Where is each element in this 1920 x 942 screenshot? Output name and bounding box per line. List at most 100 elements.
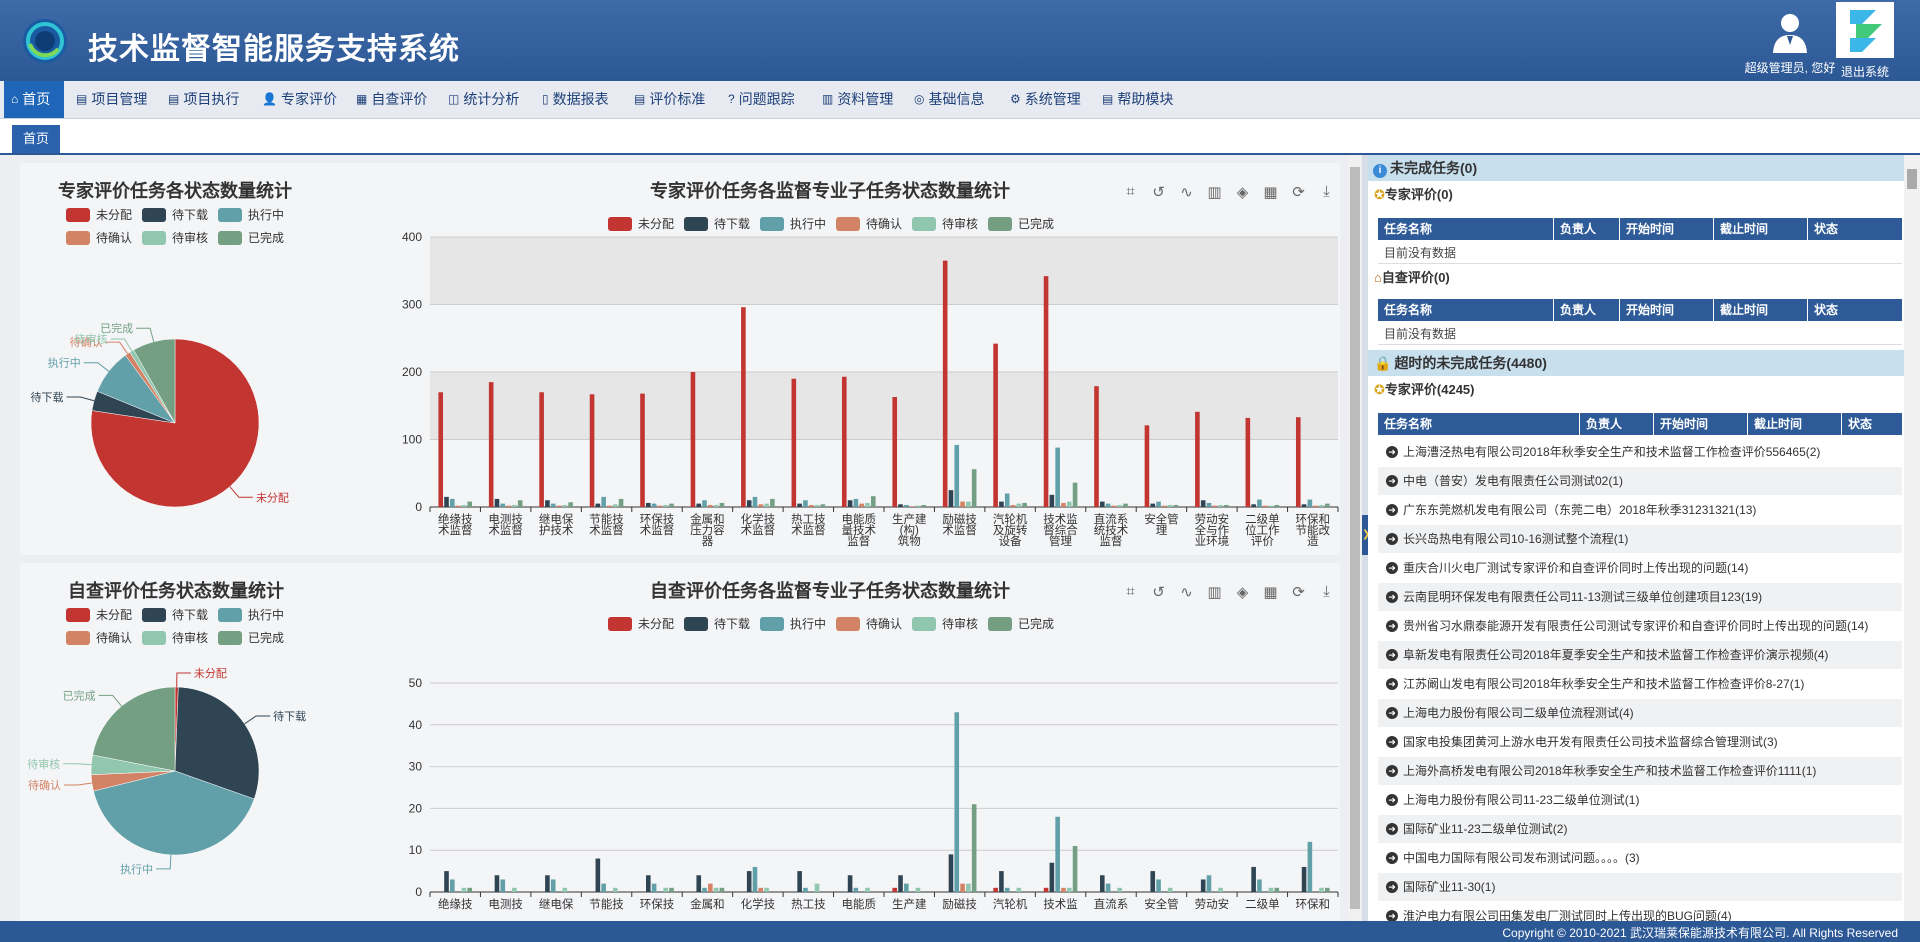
nav-item-statistics[interactable]: ◫ 统计分析 <box>448 81 519 118</box>
bar[interactable] <box>1257 499 1262 507</box>
bar[interactable] <box>690 372 696 507</box>
task-row[interactable]: ➜ 广东东莞燃机发电有限公司（东莞二电）2018年秋季31231321(13) <box>1378 496 1902 524</box>
bar[interactable] <box>545 875 550 892</box>
task-row[interactable]: ➜ 上海外高桥发电有限公司2018年秋季安全生产和技术监督工作检查评价1111(1… <box>1378 757 1902 785</box>
bar[interactable] <box>1072 846 1078 892</box>
scrollbar-thumb[interactable] <box>1907 169 1917 189</box>
bar[interactable] <box>467 887 473 892</box>
nav-item-project-management[interactable]: ▤ 项目管理 <box>76 81 147 118</box>
bar[interactable] <box>960 883 965 892</box>
bar[interactable] <box>1274 887 1280 892</box>
bar[interactable] <box>1055 816 1060 892</box>
legend-item[interactable]: 已完成 <box>218 629 284 646</box>
bar[interactable] <box>1150 871 1156 892</box>
bar[interactable] <box>1049 494 1055 507</box>
bar[interactable] <box>892 396 898 507</box>
bar[interactable] <box>696 875 702 892</box>
bar[interactable] <box>595 858 601 892</box>
bar[interactable] <box>1268 505 1274 507</box>
bar[interactable] <box>719 502 725 507</box>
bar[interactable] <box>1212 505 1218 507</box>
bar[interactable] <box>1224 504 1229 507</box>
bar[interactable] <box>1262 505 1268 507</box>
bar[interactable] <box>758 504 764 507</box>
bar[interactable] <box>1167 504 1173 507</box>
bar[interactable] <box>820 504 826 507</box>
bar[interactable] <box>1144 425 1150 507</box>
bar[interactable] <box>1072 482 1078 507</box>
bar[interactable] <box>562 504 568 507</box>
task-row[interactable]: ➜ 云南昆明环保发电有限责任公司11-13测试三级单位创建项目123(19) <box>1378 583 1902 611</box>
nav-item-self-evaluation[interactable]: ▦ 自查评价 <box>356 81 427 118</box>
bar[interactable] <box>1043 276 1049 507</box>
bar[interactable] <box>612 887 618 892</box>
bar[interactable] <box>1218 887 1223 892</box>
bar[interactable] <box>595 503 601 507</box>
bar[interactable] <box>696 503 702 507</box>
bar[interactable] <box>556 505 562 507</box>
bar[interactable] <box>966 883 971 892</box>
overdue-tasks-header[interactable]: 🔒 超时的未完成任务(4480) <box>1368 350 1904 376</box>
bar[interactable] <box>1156 501 1161 507</box>
bar[interactable] <box>1061 887 1066 892</box>
task-row[interactable]: ➜ 上海漕泾热电有限公司2018年秋季安全生产和技术监督工作检查评价556465(… <box>1378 438 1902 466</box>
bar[interactable] <box>1123 503 1128 507</box>
nav-item-basic-info[interactable]: ◎ 基础信息 <box>914 81 984 118</box>
task-row[interactable]: ➜ 贵州省习水鼎泰能源开发有限责任公司测试专家评价和自查评价同时上传出现的问题(1… <box>1378 612 1902 640</box>
bar[interactable] <box>708 883 713 892</box>
task-row[interactable]: ➜ 长兴岛热电有限公司10-16测试整个流程(1) <box>1378 525 1902 553</box>
nav-item-system-management[interactable]: ⚙ 系统管理 <box>1010 81 1081 118</box>
task-row[interactable]: ➜ 阜新发电有限责任公司2018年夏季安全生产和技术监督工作检查评价演示视频(4) <box>1378 641 1902 669</box>
bar[interactable] <box>1105 883 1111 892</box>
bar[interactable] <box>539 392 544 507</box>
task-row[interactable]: ➜ 上海电力股份有限公司11-23二级单位测试(1) <box>1378 786 1902 814</box>
bar[interactable] <box>1295 417 1301 507</box>
bar[interactable] <box>657 505 663 507</box>
bar[interactable] <box>1016 887 1022 892</box>
bar[interactable] <box>1257 879 1262 892</box>
bar[interactable] <box>1049 862 1055 892</box>
bar[interactable] <box>1022 502 1027 507</box>
bar[interactable] <box>971 804 977 892</box>
bar[interactable] <box>651 503 657 507</box>
task-row[interactable]: ➜ 国际矿业11-30(1) <box>1378 873 1902 901</box>
task-row[interactable]: ➜ 中国电力国际有限公司发布测试问题。。。。(3) <box>1378 844 1902 872</box>
bar[interactable] <box>1111 505 1117 507</box>
bar[interactable] <box>971 469 977 507</box>
bar[interactable] <box>1105 503 1111 507</box>
bar[interactable] <box>1094 386 1099 507</box>
tab-home[interactable]: 首页 <box>12 125 61 153</box>
legend-item[interactable]: 已完成 <box>218 229 284 246</box>
task-row[interactable]: ➜ 国家电投集团黄河上游水电开发有限责任公司技术监督综合管理测试(3) <box>1378 728 1902 756</box>
bar[interactable] <box>601 496 606 507</box>
bar[interactable] <box>455 505 461 507</box>
bar[interactable] <box>494 498 500 507</box>
bar[interactable] <box>1100 875 1105 892</box>
bar[interactable] <box>954 444 960 507</box>
legend-item[interactable]: 未分配 <box>66 606 132 623</box>
bar[interactable] <box>646 502 651 507</box>
bar[interactable] <box>814 504 820 507</box>
bar[interactable] <box>853 887 859 892</box>
bar[interactable] <box>1004 887 1010 892</box>
bar[interactable] <box>865 502 870 507</box>
bar[interactable] <box>1301 866 1307 892</box>
bar[interactable] <box>601 883 606 892</box>
bar[interactable] <box>450 879 455 892</box>
bar[interactable] <box>702 887 707 892</box>
bar[interactable] <box>993 343 998 507</box>
bar[interactable] <box>713 504 719 507</box>
bar[interactable] <box>915 505 921 507</box>
nav-item-document-management[interactable]: ▥ 资料管理 <box>822 81 893 118</box>
bar[interactable] <box>1117 887 1122 892</box>
bar[interactable] <box>607 505 612 507</box>
bar[interactable] <box>904 504 909 507</box>
bar[interactable] <box>640 393 645 507</box>
bar[interactable] <box>1319 504 1324 507</box>
task-panel-scrollbar[interactable] <box>1904 155 1920 921</box>
bar[interactable] <box>1167 887 1173 892</box>
task-row[interactable]: ➜ 中电（普安）发电有限责任公司测试02(1) <box>1378 467 1902 495</box>
bar[interactable] <box>814 883 820 892</box>
bar[interactable] <box>1307 499 1313 507</box>
user-menu[interactable]: 超级管理员, 您好 <box>1740 12 1840 77</box>
